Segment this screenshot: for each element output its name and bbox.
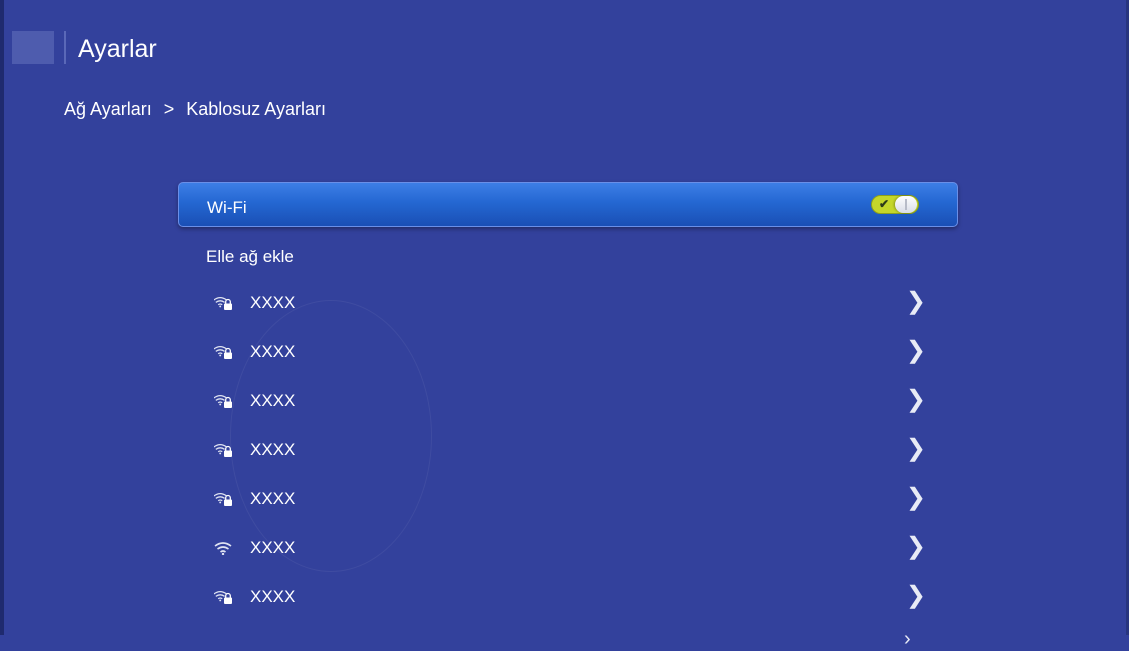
network-list-item[interactable]: XXXX ❯ bbox=[206, 335, 926, 367]
chevron-right-icon: ❯ bbox=[905, 533, 926, 560]
network-list-item[interactable]: XXXX ❯ bbox=[206, 433, 926, 465]
network-list-item[interactable]: XXXX ❯ bbox=[206, 580, 926, 612]
breadcrumb-separator: > bbox=[163, 99, 175, 119]
wifi-icon bbox=[214, 541, 232, 556]
network-name: XXXX bbox=[250, 440, 296, 459]
check-icon: ✔ bbox=[879, 197, 890, 211]
network-list-item[interactable]: XXXX ❯ bbox=[206, 384, 926, 416]
network-name: XXXX bbox=[250, 293, 296, 312]
wifi-lock-icon bbox=[213, 590, 232, 604]
chevron-right-icon: ❯ bbox=[905, 337, 926, 364]
wifi-lock-icon bbox=[213, 443, 232, 457]
left-frame-edge bbox=[0, 0, 4, 635]
chevron-right-icon: › bbox=[904, 628, 911, 650]
page-title: Ayarlar bbox=[78, 35, 157, 63]
network-list-item[interactable]: XXXX ❯ bbox=[206, 482, 926, 514]
chevron-right-icon: ❯ bbox=[905, 435, 926, 462]
chevron-right-icon: ❯ bbox=[905, 582, 926, 609]
app-logo bbox=[12, 31, 54, 64]
wifi-lock-icon bbox=[213, 492, 232, 506]
title-divider bbox=[64, 31, 66, 64]
network-name: XXXX bbox=[250, 489, 296, 508]
network-list-item[interactable]: XXXX ❯ bbox=[206, 286, 926, 318]
network-name: XXXX bbox=[250, 587, 296, 606]
chevron-right-icon: ❯ bbox=[905, 484, 926, 511]
wifi-lock-icon bbox=[213, 296, 232, 310]
breadcrumb-current: Kablosuz Ayarları bbox=[186, 99, 326, 119]
network-name: XXXX bbox=[250, 538, 296, 557]
toggle-knob bbox=[895, 196, 917, 213]
network-list-item[interactable]: XXXX ❯ bbox=[206, 531, 926, 563]
breadcrumb-parent[interactable]: Ağ Ayarları bbox=[64, 97, 152, 121]
wifi-toggle-switch[interactable]: ✔ bbox=[871, 195, 919, 214]
network-name: XXXX bbox=[250, 342, 296, 361]
network-name: XXXX bbox=[250, 391, 296, 410]
wifi-lock-icon bbox=[213, 345, 232, 359]
chevron-right-icon: ❯ bbox=[905, 386, 926, 413]
breadcrumb: Ağ Ayarları > Kablosuz Ayarları bbox=[64, 97, 326, 121]
add-network-manually-item[interactable]: Elle ağ ekle bbox=[206, 246, 294, 268]
wifi-label: Wi-Fi bbox=[207, 198, 247, 217]
wifi-toggle-row[interactable]: Wi-Fi ✔ bbox=[178, 182, 958, 227]
chevron-right-icon: ❯ bbox=[905, 288, 926, 315]
wifi-lock-icon bbox=[213, 394, 232, 408]
